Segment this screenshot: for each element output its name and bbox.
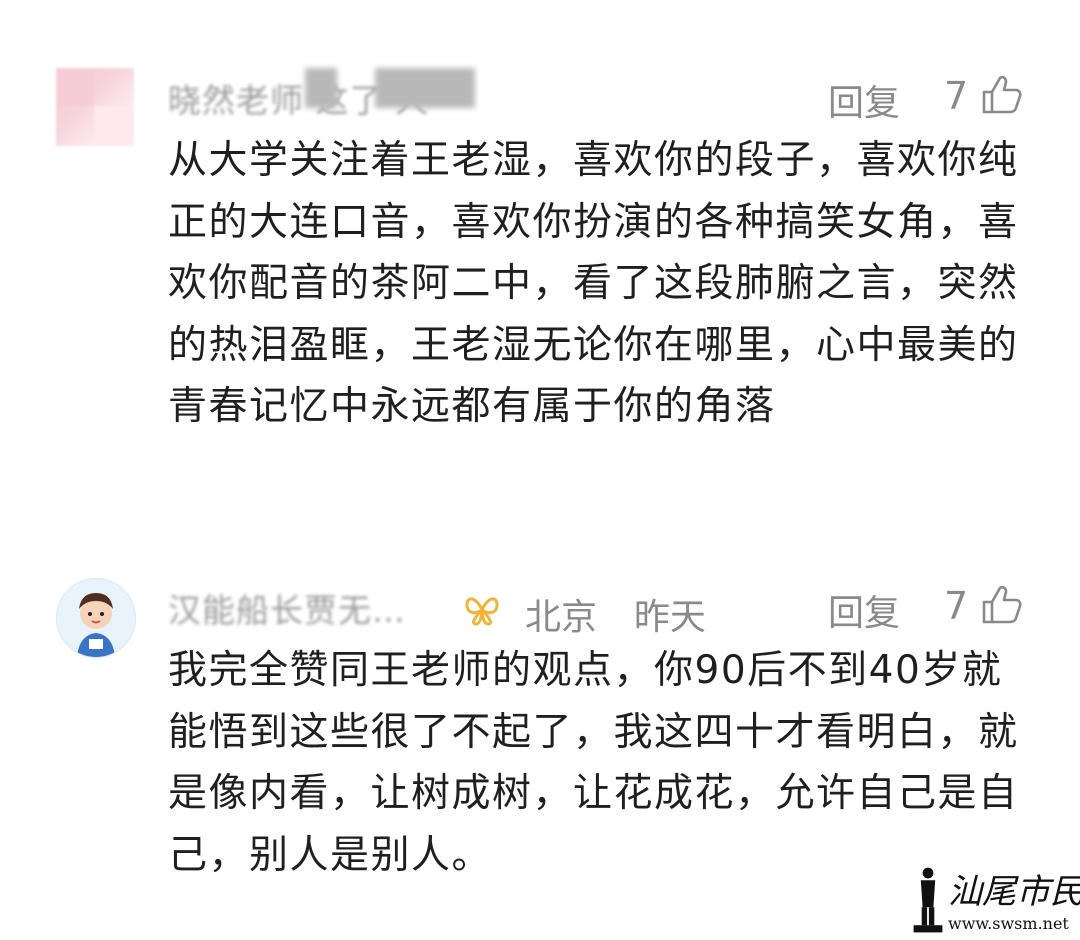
avatar[interactable]	[56, 578, 136, 658]
location: 北京	[525, 597, 598, 638]
redaction-block	[375, 68, 475, 108]
statue-logo-icon	[913, 867, 943, 933]
watermark-text: 汕尾市民网	[948, 872, 1080, 912]
avatar[interactable]	[56, 68, 134, 146]
watermark: 汕尾市民网 www.swsm.net	[908, 862, 1080, 938]
cartoon-boy-icon	[77, 593, 115, 657]
comment-meta: 北京 昨天	[525, 588, 706, 640]
like-count: 7	[944, 74, 969, 118]
like-count: 7	[944, 584, 969, 628]
comment-item: 晓然老师 这了 人 回复 7 从大学关注着王老湿，喜欢你的段子，喜欢你纯正的大连…	[0, 60, 1080, 520]
timestamp: 昨天	[633, 597, 706, 638]
username[interactable]: 汉能船长贾无…	[168, 584, 406, 632]
comment-item: 汉能船长贾无… 北京 昨天 回复 7 我完全赞同王老师的观点，你90后不到40岁…	[0, 570, 1080, 900]
butterfly-badge-icon	[465, 597, 499, 626]
reply-button[interactable]: 回复	[828, 584, 900, 636]
comment-text: 我完全赞同王老师的观点，你90后不到40岁就能悟到这些很了不起了，我这四十才看明…	[168, 648, 1019, 878]
thumbs-up-icon[interactable]	[980, 72, 1024, 116]
comment-text: 从大学关注着王老湿，喜欢你的段子，喜欢你纯正的大连口音，喜欢你扮演的各种搞笑女角…	[168, 138, 1019, 429]
reply-button[interactable]: 回复	[828, 74, 900, 126]
thumbs-up-icon[interactable]	[980, 582, 1024, 626]
watermark-url: www.swsm.net	[948, 914, 1069, 933]
redaction-block	[305, 68, 337, 108]
